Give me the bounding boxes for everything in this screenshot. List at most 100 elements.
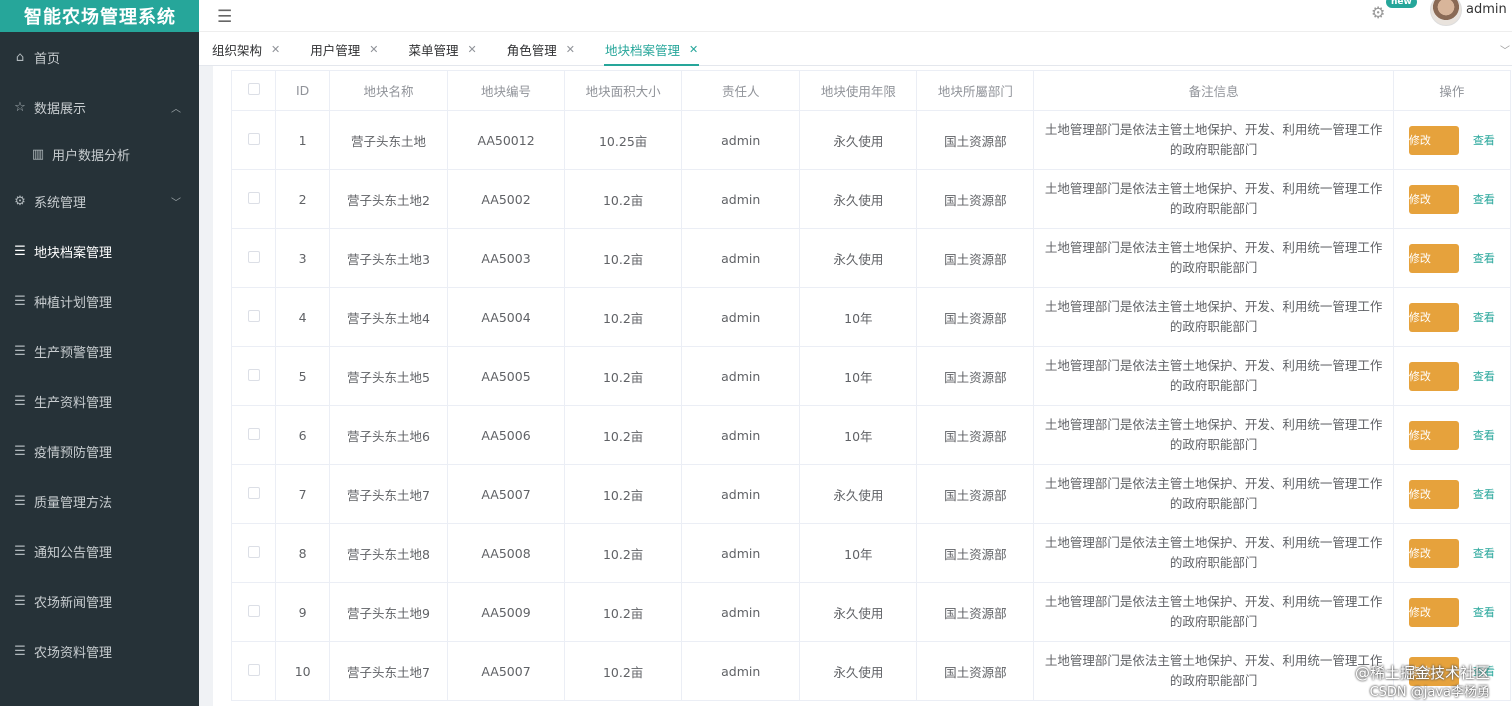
actions-cell: 修改 查看 [1392, 228, 1512, 288]
cell-note: 土地管理部门是依法主管土地保护、开发、利用统一管理工作的政府职能部门 [1033, 110, 1394, 170]
cell-note: 土地管理部门是依法主管土地保护、开发、利用统一管理工作的政府职能部门 [1033, 582, 1394, 642]
sidebar-item[interactable]: ☰ 生产资料管理 [0, 376, 199, 426]
row-select-cell [230, 110, 277, 170]
tab[interactable]: 组织架构 ✕ [199, 32, 293, 66]
table-row[interactable]: 7 营子头东土地7 AA5007 10.2亩 admin 永久使用 国土资源部 土地管理部门是… [230, 464, 1512, 524]
cell-name: 营子头东土地 [328, 110, 449, 170]
cell-area: 10.25亩 [564, 110, 683, 170]
sidebar-item[interactable]: ☰ 疫情预防管理 [0, 426, 199, 476]
table-row[interactable]: 3 营子头东土地3 AA5003 10.2亩 admin 永久使用 国土资源部 土地管理部门是… [230, 228, 1512, 288]
sidebar-item-label: 用户数据分析 [52, 148, 131, 164]
sidebar-item[interactable]: ☰ 农场资料管理 [0, 626, 199, 676]
avatar[interactable] [1430, 0, 1462, 26]
column-header: 地块所屬部门 [916, 70, 1035, 111]
view-link[interactable]: 查看 [1473, 486, 1495, 502]
close-icon[interactable]: ✕ [271, 43, 280, 56]
cell-code: AA5005 [446, 346, 566, 406]
edit-button[interactable]: 修改 [1408, 125, 1459, 155]
view-link[interactable]: 查看 [1473, 309, 1495, 325]
cell-code: AA5007 [446, 641, 566, 701]
tab[interactable]: 菜单管理 ✕ [395, 32, 489, 66]
close-icon[interactable]: ✕ [689, 43, 698, 56]
top-header: ☰ ⚙ new admin [199, 0, 1512, 32]
table-row[interactable]: 4 营子头东土地4 AA5004 10.2亩 admin 10年 国土资源部 土地管理部门是依… [230, 287, 1512, 347]
cell-note: 土地管理部门是依法主管土地保护、开发、利用统一管理工作的政府职能部门 [1033, 523, 1394, 583]
sidebar-item[interactable]: ⌂ 首页 [0, 32, 199, 82]
view-link[interactable]: 查看 [1473, 427, 1495, 443]
sidebar-item-label: 生产预警管理 [34, 345, 113, 361]
cell-code: AA5006 [446, 405, 566, 465]
edit-button[interactable]: 修改 [1408, 361, 1459, 391]
view-link[interactable]: 查看 [1473, 191, 1495, 207]
sidebar-item[interactable]: ☆ 数据展示 ︿ [0, 82, 199, 132]
sidebar-item-label: 首页 [34, 51, 61, 67]
cell-years: 永久使用 [799, 464, 918, 524]
row-checkbox[interactable] [247, 486, 260, 499]
row-checkbox[interactable] [247, 250, 260, 263]
view-link[interactable]: 查看 [1473, 604, 1495, 620]
sidebar-item[interactable]: ☰ 种植计划管理 [0, 276, 199, 326]
sidebar-item[interactable]: ☰ 地块档案管理 [0, 226, 199, 276]
row-checkbox[interactable] [247, 132, 260, 145]
gear-icon[interactable]: ⚙ [1371, 3, 1385, 22]
chevron-up-icon[interactable]: ︿ [171, 100, 181, 115]
tab[interactable]: 用户管理 ✕ [297, 32, 391, 66]
chevron-down-icon[interactable]: ﹀ [1498, 32, 1512, 66]
actions-cell: 修改 查看 [1392, 110, 1512, 170]
cell-name: 营子头东土地5 [328, 346, 449, 406]
cell-code: AA5008 [446, 523, 566, 583]
view-link[interactable]: 查看 [1473, 132, 1495, 148]
row-checkbox[interactable] [247, 191, 260, 204]
table-row[interactable]: 2 营子头东土地2 AA5002 10.2亩 admin 永久使用 国土资源部 土地管理部门是… [230, 169, 1512, 229]
row-checkbox[interactable] [247, 427, 260, 440]
sidebar-item[interactable]: ☰ 生产预警管理 [0, 326, 199, 376]
table-row[interactable]: 5 营子头东土地5 AA5005 10.2亩 admin 10年 国土资源部 土地管理部门是依… [230, 346, 1512, 406]
gear-icon: ⚙ [14, 193, 26, 209]
username[interactable]: admin [1466, 2, 1507, 17]
row-checkbox[interactable] [247, 663, 260, 676]
edit-button[interactable]: 修改 [1408, 184, 1459, 214]
table-row[interactable]: 6 营子头东土地6 AA5006 10.2亩 admin 10年 国土资源部 土地管理部门是依… [230, 405, 1512, 465]
hamburger-icon[interactable]: ☰ [217, 7, 232, 27]
row-checkbox[interactable] [247, 604, 260, 617]
close-icon[interactable]: ✕ [369, 43, 378, 56]
view-link[interactable]: 查看 [1473, 368, 1495, 384]
row-select-cell [230, 169, 277, 229]
row-checkbox[interactable] [247, 309, 260, 322]
sidebar-item[interactable]: ☰ 农场新闻管理 [0, 576, 199, 626]
list-icon: ☰ [14, 593, 26, 609]
chevron-down-icon[interactable]: ﹀ [171, 194, 181, 209]
table-row[interactable]: 9 营子头东土地9 AA5009 10.2亩 admin 永久使用 国土资源部 土地管理部门是… [230, 582, 1512, 642]
select-all-checkbox[interactable] [247, 83, 260, 95]
row-checkbox[interactable] [247, 368, 260, 381]
watermark: @稀土掘金技术社区 CSDN @java李杨勇 [1355, 664, 1490, 702]
sidebar-item[interactable]: ▥ 用户数据分析 [0, 132, 199, 176]
view-link[interactable]: 查看 [1473, 545, 1495, 561]
edit-button[interactable]: 修改 [1408, 420, 1459, 450]
row-checkbox[interactable] [247, 545, 260, 558]
row-select-cell [230, 582, 277, 642]
table-row[interactable]: 1 营子头东土地 AA50012 10.25亩 admin 永久使用 国土资源部 土地管理部门… [230, 110, 1512, 170]
actions-cell: 修改 查看 [1392, 287, 1512, 347]
edit-button[interactable]: 修改 [1408, 479, 1459, 509]
cell-id: 8 [275, 523, 330, 583]
cell-code: AA5009 [446, 582, 566, 642]
edit-button[interactable]: 修改 [1408, 243, 1459, 273]
view-link[interactable]: 查看 [1473, 250, 1495, 266]
list-icon: ☰ [14, 643, 26, 659]
edit-button[interactable]: 修改 [1408, 597, 1459, 627]
cell-note: 土地管理部门是依法主管土地保护、开发、利用统一管理工作的政府职能部门 [1033, 287, 1394, 347]
table-row[interactable]: 10 营子头东土地7 AA5007 10.2亩 admin 永久使用 国土资源部 土地管理部门… [230, 641, 1512, 701]
edit-button[interactable]: 修改 [1408, 538, 1459, 568]
sidebar-item[interactable]: ☰ 质量管理方法 [0, 476, 199, 526]
table-row[interactable]: 8 营子头东土地8 AA5008 10.2亩 admin 10年 国土资源部 土地管理部门是依… [230, 523, 1512, 583]
sidebar-item[interactable]: ⚙ 系统管理 ﹀ [0, 176, 199, 226]
close-icon[interactable]: ✕ [467, 43, 476, 56]
edit-button[interactable]: 修改 [1408, 302, 1459, 332]
tab[interactable]: 地块档案管理 ✕ [592, 32, 711, 66]
close-icon[interactable]: ✕ [566, 43, 575, 56]
tab[interactable]: 角色管理 ✕ [494, 32, 588, 66]
cell-dept: 国土资源部 [916, 287, 1035, 347]
sidebar: 智能农场管理系统 ⌂ 首页 ☆ 数据展示 ︿ ▥ 用户数据分析 ⚙ 系统管理 ﹀ ☰ 地块档案管理 ☰ 种… [0, 0, 199, 706]
sidebar-item[interactable]: ☰ 通知公告管理 [0, 526, 199, 576]
